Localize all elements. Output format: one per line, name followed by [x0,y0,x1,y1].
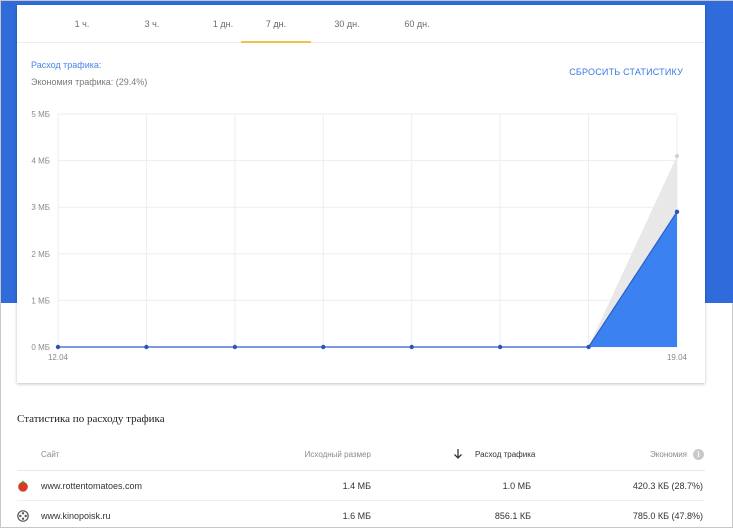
sort-arrow-down-icon[interactable] [453,448,463,460]
stats-table: Сайт Исходный размер Расход трафика Экон… [17,439,705,528]
y-tick-label: 5 МБ [31,110,50,119]
usage-point [497,344,503,350]
savings-value: 420.3 КБ (28.7%) [632,481,703,491]
usage-point [55,344,61,350]
y-tick-label: 4 МБ [31,157,50,166]
usage-area [58,211,677,347]
period-tabs: 1 ч. 3 ч. 1 дн. 7 дн. 30 дн. 60 дн. [17,5,705,43]
usage-point [586,344,591,350]
savings-value: 785.0 КБ (47.8%) [632,511,703,521]
tab-60d[interactable]: 60 дн. [382,5,452,43]
y-tick-label: 0 МБ [31,343,50,352]
usage-point [321,344,326,350]
stats-table-header: Сайт Исходный размер Расход трафика Экон… [17,439,705,471]
col-usage[interactable]: Расход трафика [475,450,535,459]
y-tick-label: 1 МБ [31,296,50,305]
reset-stats-button[interactable]: СБРОСИТЬ СТАТИСТИКУ [569,67,683,77]
chart-grid [57,113,678,348]
original-size: 1.4 МБ [342,481,371,491]
col-original-size[interactable]: Исходный размер [267,450,371,459]
film-reel-icon [17,510,29,522]
original-size: 1.6 МБ [342,511,371,521]
site-name[interactable]: www.rottentomatoes.com [41,481,142,491]
site-name[interactable]: www.kinopoisk.ru [41,511,111,521]
x-tick-label: 12.04 [48,353,69,362]
legend-savings: Экономия трафика: (29.4%) [31,77,148,87]
savings-point [675,153,679,158]
stats-title: Статистика по расходу трафика [17,413,165,425]
tomato-icon [18,480,28,492]
usage-point [409,344,414,350]
traffic-chart: 0 МБ 1 МБ 2 МБ 3 МБ 4 МБ 5 МБ 12.04 19.04 [31,110,688,362]
y-tick-label: 2 МБ [31,250,50,259]
chart-y-labels: 0 МБ 1 МБ 2 МБ 3 МБ 4 МБ 5 МБ [31,110,50,352]
info-icon[interactable]: i [693,449,704,460]
legend-usage: Расход трафика: [31,60,102,70]
usage-point [674,209,680,215]
x-tick-label: 19.04 [667,353,688,362]
col-savings[interactable]: Экономия [577,450,687,459]
savings-area [58,155,677,347]
table-row[interactable]: www.kinopoisk.ru 1.6 МБ 856.1 КБ 785.0 К… [17,501,705,528]
usage-size: 1.0 МБ [502,481,531,491]
tab-7d[interactable]: 7 дн. [241,5,311,43]
chart-points [55,153,680,350]
col-site[interactable]: Сайт [41,450,59,459]
tab-30d[interactable]: 30 дн. [312,5,382,43]
usage-line [58,211,678,348]
traffic-card: 1 ч. 3 ч. 1 дн. 7 дн. 30 дн. 60 дн. Расх… [17,5,705,383]
usage-point [144,344,149,350]
chart-areas [58,155,678,348]
chart-x-labels: 12.04 19.04 [48,353,688,362]
tab-3h[interactable]: 3 ч. [117,5,187,43]
y-tick-label: 3 МБ [31,203,50,212]
tab-1h[interactable]: 1 ч. [47,5,117,43]
usage-point [232,344,238,350]
table-row[interactable]: www.rottentomatoes.com 1.4 МБ 1.0 МБ 420… [17,471,705,501]
usage-size: 856.1 КБ [494,511,531,521]
